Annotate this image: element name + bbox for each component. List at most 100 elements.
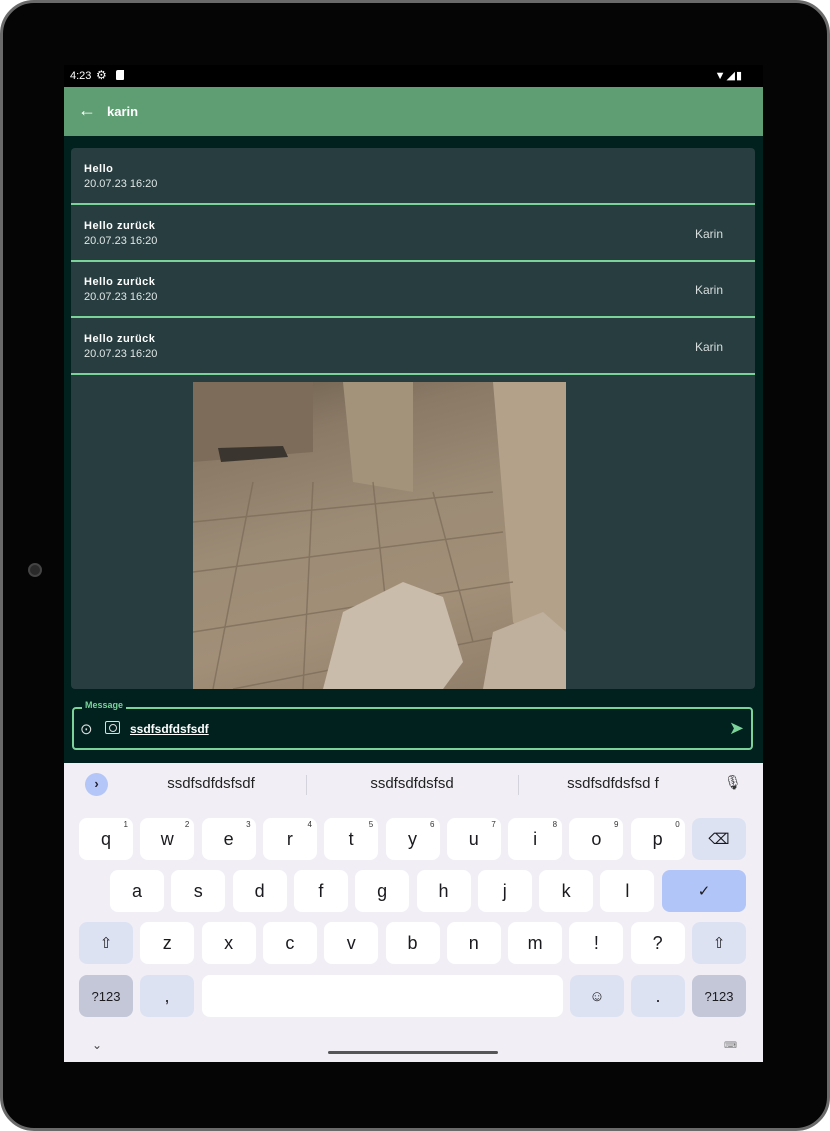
shift-icon: ⇧ xyxy=(712,935,726,952)
symbols-key-right[interactable]: ?123 xyxy=(692,975,746,1017)
key-y[interactable]: y6 xyxy=(385,818,440,860)
key-n[interactable]: n xyxy=(446,922,501,964)
key-hint: 5 xyxy=(368,820,374,829)
period-key[interactable]: . xyxy=(631,975,685,1017)
message-input-field[interactable]: Message ⊙ ssdfsdfdsfsdf ➤ xyxy=(72,700,753,750)
key-label: c xyxy=(285,932,295,953)
expand-toolbar-button[interactable]: › xyxy=(85,773,108,796)
key-b[interactable]: b xyxy=(385,922,440,964)
wifi-signal-battery-icons: ▼◢▮ xyxy=(714,70,743,82)
shift-icon: ⇧ xyxy=(99,935,113,952)
key-z[interactable]: z xyxy=(140,922,195,964)
key-label: t xyxy=(348,828,354,849)
status-bar: 4:23 ⚙ ▼◢▮ xyxy=(64,65,763,87)
emoji-icon: ☺ xyxy=(589,987,605,1005)
suggestion-2[interactable]: ssdfsdfdsfsd xyxy=(312,775,512,792)
shift-key-right[interactable]: ⇧ xyxy=(692,922,746,964)
hide-keyboard-chevron-icon[interactable]: ⌄ xyxy=(92,1038,102,1052)
checkmark-icon: ✓ xyxy=(697,883,711,900)
key-j[interactable]: j xyxy=(477,870,532,912)
key-label: h xyxy=(438,880,449,901)
message-list[interactable]: Hello zurück 20.07.23 16:20 Karin Hello z… xyxy=(71,148,755,689)
key-label: , xyxy=(164,985,170,1006)
key-m[interactable]: m xyxy=(508,922,563,964)
camera-icon[interactable] xyxy=(105,721,120,734)
key-label: ?123 xyxy=(91,988,121,1004)
key-label: w xyxy=(160,828,174,849)
key-w[interactable]: w2 xyxy=(140,818,195,860)
microphone-icon[interactable]: 🎙 xyxy=(724,774,742,791)
message-date: 20.07.23 16:20 xyxy=(84,178,158,190)
key-r[interactable]: r4 xyxy=(262,818,317,860)
key-hint: 2 xyxy=(184,820,190,829)
key-c[interactable]: c xyxy=(262,922,317,964)
key-label: o xyxy=(591,828,602,849)
suggestion-1[interactable]: ssdfsdfdsfsdf xyxy=(111,775,311,792)
key-x[interactable]: x xyxy=(201,922,256,964)
message-author: Karin xyxy=(694,340,723,355)
key-hint: 3 xyxy=(246,820,251,829)
key-q[interactable]: q1 xyxy=(79,818,133,860)
message-text: Hello xyxy=(84,163,114,175)
status-time: 4:23 xyxy=(70,70,92,82)
key-label: . xyxy=(655,985,661,1006)
key-label: ?123 xyxy=(704,988,734,1004)
front-camera xyxy=(28,563,42,577)
key-t[interactable]: t5 xyxy=(324,818,379,860)
chat-title: karin xyxy=(107,104,139,119)
keyboard: › ssdfsdfdsfsdf ssdfsdfdsfsd ssdfsdfdsfs… xyxy=(64,763,763,1062)
message-input[interactable]: ssdfsdfdsfsdf xyxy=(130,722,209,736)
back-arrow-icon[interactable]: ← xyxy=(78,100,96,121)
space-key[interactable] xyxy=(202,975,563,1017)
key-hint: 1 xyxy=(123,820,128,829)
key-a[interactable]: a xyxy=(110,870,164,912)
message-row[interactable]: Hello zurück 20.07.23 16:20 Karin xyxy=(71,205,755,262)
message-text: Hello zurück xyxy=(84,219,156,232)
navigation-handle[interactable] xyxy=(328,1051,498,1054)
key-v[interactable]: v xyxy=(324,922,379,964)
key-label: p xyxy=(652,828,663,849)
message-row[interactable]: Hello 20.07.23 16:20 xyxy=(71,148,755,205)
suggestion-3[interactable]: ssdfsdfdsfsd f xyxy=(513,775,713,792)
keyboard-switch-icon[interactable]: ⌨ xyxy=(724,1040,737,1051)
key-d[interactable]: d xyxy=(232,870,287,912)
add-location-icon[interactable]: ⊙ xyxy=(80,720,93,738)
enter-key[interactable]: ✓ xyxy=(662,870,746,912)
app-bar: ← karin xyxy=(64,87,763,136)
key-o[interactable]: o9 xyxy=(569,818,624,860)
key-e[interactable]: e3 xyxy=(201,818,256,860)
symbols-key-left[interactable]: ?123 xyxy=(79,975,133,1017)
emoji-key[interactable]: ☺ xyxy=(570,975,624,1017)
key-label: b xyxy=(407,932,418,953)
message-row[interactable]: Hello zurück 20.07.23 16:20 Karin xyxy=(71,261,755,319)
key-s[interactable]: s xyxy=(171,870,226,912)
shift-key-left[interactable]: ⇧ xyxy=(79,922,133,964)
message-row[interactable]: Hello zurück 20.07.23 16:20 Karin xyxy=(71,318,755,376)
message-date: 20.07.23 16:20 xyxy=(84,291,158,304)
key-label: a xyxy=(131,880,142,901)
key-label: i xyxy=(533,828,538,849)
key-label: l xyxy=(625,880,630,901)
key-l[interactable]: l xyxy=(600,870,655,912)
key-label: ? xyxy=(652,932,663,953)
comma-key[interactable]: , xyxy=(140,975,194,1017)
key-p[interactable]: p0 xyxy=(630,818,685,860)
key-h[interactable]: h xyxy=(416,870,471,912)
key-u[interactable]: u7 xyxy=(446,818,501,860)
key-i[interactable]: i8 xyxy=(508,818,563,860)
key-g[interactable]: g xyxy=(355,870,410,912)
key-![interactable]: ! xyxy=(569,922,624,964)
key-k[interactable]: k xyxy=(539,870,594,912)
key-f[interactable]: f xyxy=(293,870,348,912)
backspace-key[interactable]: ⌫ xyxy=(692,818,746,860)
message-date: 20.07.23 16:20 xyxy=(84,348,158,361)
key-label: ! xyxy=(593,932,599,953)
send-icon[interactable]: ➤ xyxy=(729,718,744,739)
key-hint: 9 xyxy=(613,820,619,829)
key-label: j xyxy=(502,880,507,901)
key-hint: 8 xyxy=(552,820,558,829)
key-?[interactable]: ? xyxy=(630,922,685,964)
key-hint: 7 xyxy=(491,820,496,829)
attached-image[interactable] xyxy=(193,382,566,689)
key-label: q xyxy=(100,828,111,849)
